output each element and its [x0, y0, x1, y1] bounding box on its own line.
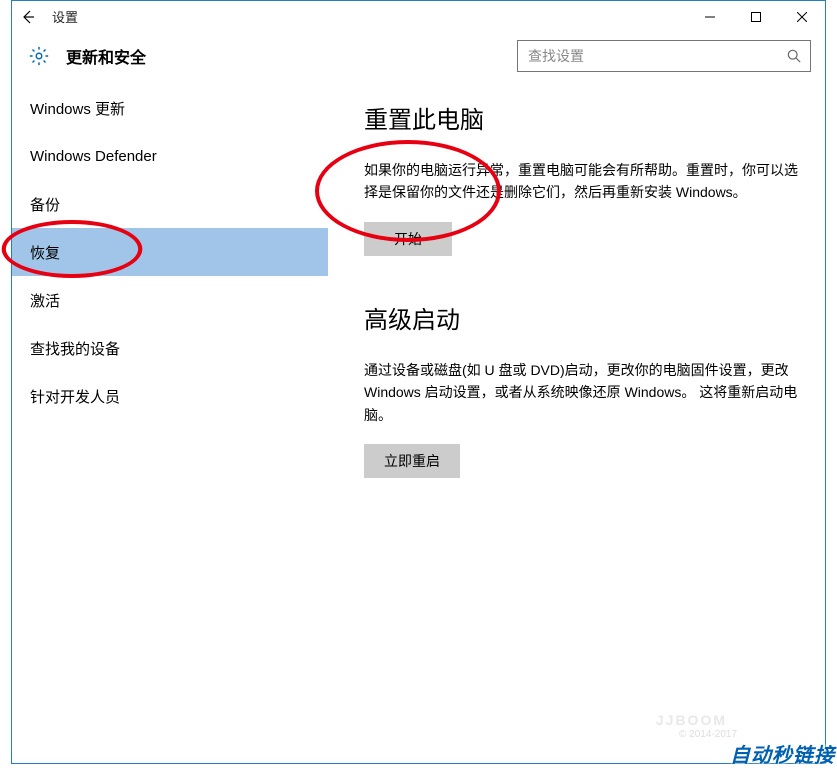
restart-now-button[interactable]: 立即重启	[364, 444, 460, 478]
content-pane: 重置此电脑 如果你的电脑运行异常，重置电脑可能会有所帮助。重置时，你可以选择是保…	[328, 80, 825, 763]
minimize-button[interactable]	[687, 1, 733, 32]
sidebar-item-activation[interactable]: 激活	[12, 276, 328, 324]
search-button[interactable]	[778, 41, 810, 71]
section-desc-reset: 如果你的电脑运行异常，重置电脑可能会有所帮助。重置时，你可以选择是保留你的文件还…	[364, 159, 799, 204]
section-reset-pc: 重置此电脑 如果你的电脑运行异常，重置电脑可能会有所帮助。重置时，你可以选择是保…	[364, 100, 799, 256]
header: 更新和安全	[12, 32, 825, 80]
sidebar-item-find-my-device[interactable]: 查找我的设备	[12, 324, 328, 372]
back-arrow-icon	[20, 9, 36, 25]
section-title-reset: 重置此电脑	[364, 100, 799, 135]
back-button[interactable]	[12, 1, 44, 32]
section-desc-advanced: 通过设备或磁盘(如 U 盘或 DVD)启动，更改你的电脑固件设置，更改 Wind…	[364, 359, 799, 426]
sidebar-item-windows-defender[interactable]: Windows Defender	[12, 132, 328, 180]
close-button[interactable]	[779, 1, 825, 32]
sidebar-item-windows-update[interactable]: Windows 更新	[12, 84, 328, 132]
settings-window: 设置 更新和安全	[11, 0, 826, 764]
section-title-advanced: 高级启动	[364, 300, 799, 335]
sidebar-item-recovery[interactable]: 恢复	[12, 228, 328, 276]
search-input[interactable]	[518, 48, 778, 64]
sidebar-item-backup[interactable]: 备份	[12, 180, 328, 228]
sidebar-item-for-developers[interactable]: 针对开发人员	[12, 372, 328, 420]
gear-icon	[28, 45, 50, 67]
search-icon	[787, 49, 801, 63]
reset-start-button[interactable]: 开始	[364, 222, 452, 256]
maximize-button[interactable]	[733, 1, 779, 32]
window-controls	[687, 1, 825, 32]
maximize-icon	[751, 12, 761, 22]
search-box[interactable]	[517, 40, 811, 72]
close-icon	[797, 12, 807, 22]
sidebar: Windows 更新 Windows Defender 备份 恢复 激活 查找我…	[12, 80, 328, 763]
window-title: 设置	[52, 7, 78, 26]
category-title: 更新和安全	[66, 44, 146, 68]
body: Windows 更新 Windows Defender 备份 恢复 激活 查找我…	[12, 80, 825, 763]
section-advanced-startup: 高级启动 通过设备或磁盘(如 U 盘或 DVD)启动，更改你的电脑固件设置，更改…	[364, 300, 799, 478]
minimize-icon	[705, 12, 715, 22]
titlebar: 设置	[12, 1, 825, 32]
